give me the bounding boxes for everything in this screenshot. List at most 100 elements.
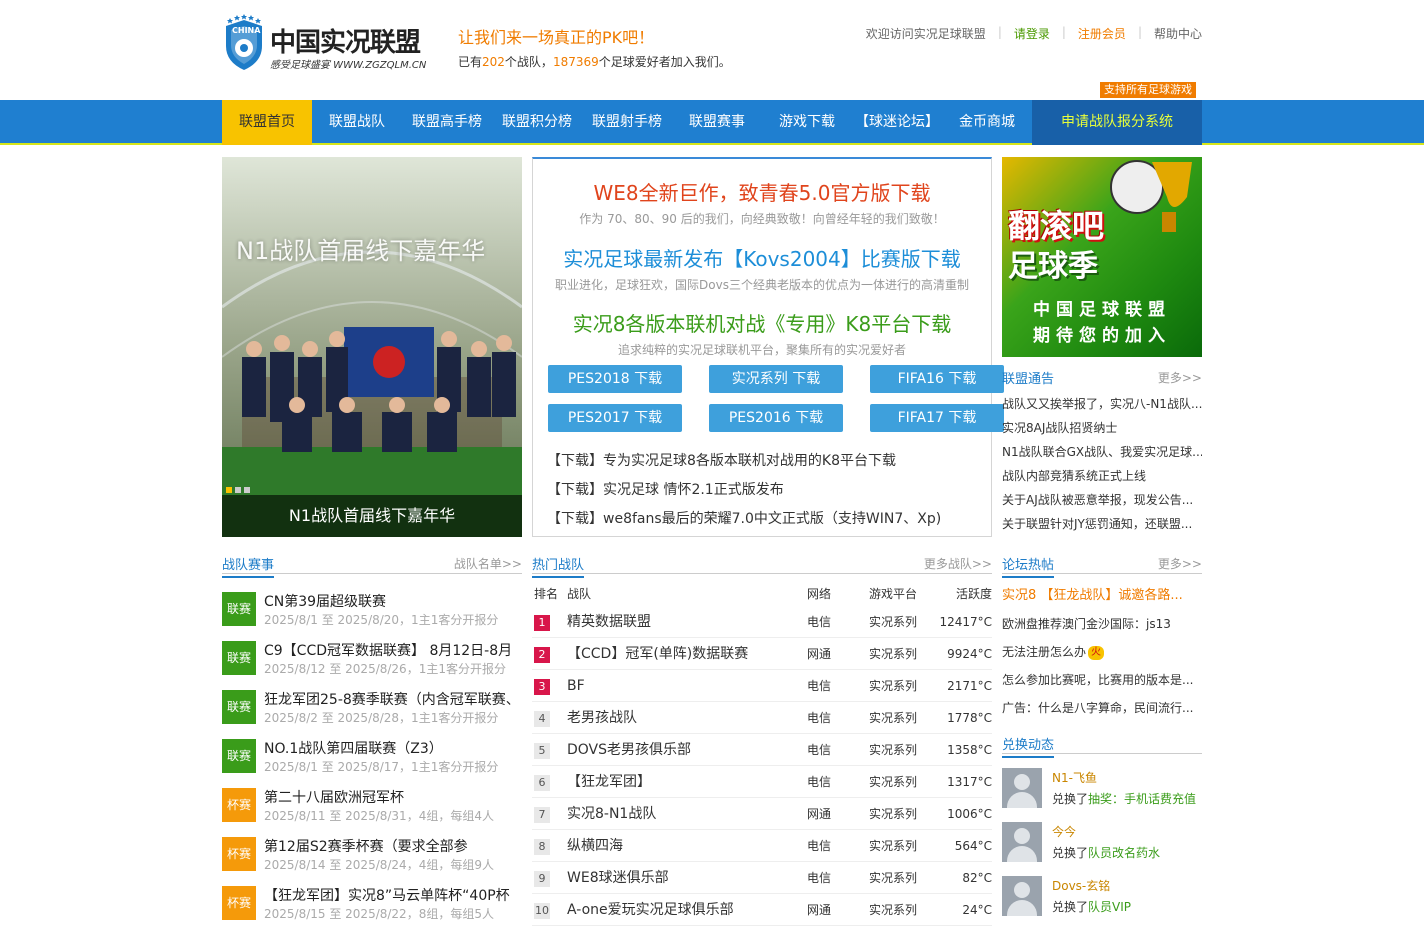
nav-item[interactable]: 联盟赛事: [672, 100, 762, 145]
forum-post[interactable]: 广告：什么是八字算命，民间流行...: [1002, 694, 1202, 722]
notice-item[interactable]: 实况8AJ战队招贤纳士: [1002, 416, 1202, 440]
nav-item[interactable]: 联盟积分榜: [492, 100, 582, 145]
teams-more-link[interactable]: 更多战队>>: [924, 555, 992, 572]
nav-item[interactable]: 联盟射手榜: [582, 100, 672, 145]
slide-dot-2[interactable]: [235, 487, 241, 493]
event-item[interactable]: 杯赛 【狂龙军团】实况8”马云单阵杯“40P杯 2025/8/15 至 2025/8…: [222, 884, 522, 933]
event-title[interactable]: NO.1战队第四届联赛（Z3）: [264, 738, 522, 758]
notice-item[interactable]: 战队内部竞猜系统正式上线: [1002, 464, 1202, 488]
notice-item[interactable]: 关于联盟针对JY惩罚通知，还联盟...: [1002, 512, 1202, 536]
notice-item[interactable]: 关于AJ战队被恶意举报，现发公告...: [1002, 488, 1202, 512]
download-link[interactable]: 【下载】专为实况足球8各版本联机对战用的K8平台下载: [547, 447, 941, 476]
table-row[interactable]: 2 【CCD】冠军(单阵)数据联赛 网通 实况系列 9924°C: [532, 638, 992, 670]
team-name[interactable]: A-one爱玩实况足球俱乐部: [567, 894, 734, 926]
exchange-item-name[interactable]: 队员改名药水: [1088, 846, 1160, 860]
forum-post-title[interactable]: 实况8 【狂龙战队】诚邀各路...: [1002, 588, 1183, 603]
nav-item[interactable]: 游戏下载: [762, 100, 852, 145]
download-link[interactable]: 【下载】we8fans最后的荣耀7.0中文正式版（支持WIN7、Xp): [547, 505, 941, 534]
table-row[interactable]: 6 【狂龙军团】 电信 实况系列 1317°C: [532, 766, 992, 798]
download-button-pes2017[interactable]: PES2017 下载: [548, 404, 682, 432]
table-row[interactable]: 9 WE8球迷俱乐部 电信 实况系列 82°C: [532, 862, 992, 894]
notice-more-link[interactable]: 更多>>: [1158, 369, 1202, 386]
feature-3[interactable]: 实况8各版本联机对战《专用》K8平台下载 追求纯粹的实况足球联机平台，聚集所有的…: [533, 308, 991, 358]
exchange-item-name[interactable]: 抽奖：手机话费充值: [1088, 792, 1196, 806]
forum-post-title[interactable]: 无法注册怎么办: [1002, 645, 1086, 659]
team-name[interactable]: 纵横四海: [567, 830, 623, 862]
register-link[interactable]: 注册会员: [1066, 25, 1138, 42]
event-item[interactable]: 杯赛 第12届S2赛季杯赛（要求全部参 2025/8/14 至 2025/8/24，…: [222, 835, 522, 884]
forum-post[interactable]: 无法注册怎么办火: [1002, 638, 1202, 666]
nav-item[interactable]: 金币商城: [942, 100, 1032, 145]
avatar[interactable]: [1002, 768, 1042, 808]
event-item[interactable]: 杯赛 第二十八届欧洲冠军杯 2025/8/11 至 2025/8/31，4组，每组4…: [222, 786, 522, 835]
table-row[interactable]: 10 A-one爱玩实况足球俱乐部 网通 实况系列 24°C: [532, 894, 992, 926]
team-name[interactable]: DOVS老男孩俱乐部: [567, 734, 691, 766]
download-button-pes2018[interactable]: PES2018 下载: [548, 365, 682, 393]
team-name[interactable]: WE8球迷俱乐部: [567, 862, 669, 894]
notice-item[interactable]: N1战队联合GX战队、我爱实况足球...: [1002, 440, 1202, 464]
forum-title[interactable]: 论坛热帖: [1002, 554, 1055, 578]
notice-title[interactable]: 联盟通告: [1002, 368, 1054, 390]
event-title[interactable]: 第二十八届欧洲冠军杯: [264, 787, 522, 807]
feature-title[interactable]: 实况足球最新发布【Kovs2004】比赛版下载: [533, 243, 991, 272]
table-row[interactable]: 3 BF 电信 实况系列 2171°C: [532, 670, 992, 702]
forum-post[interactable]: 实况8 【狂龙战队】诚邀各路...: [1002, 582, 1202, 610]
forum-more-link[interactable]: 更多>>: [1158, 555, 1202, 572]
table-row[interactable]: 8 纵横四海 电信 实况系列 564°C: [532, 830, 992, 862]
feature-1[interactable]: WE8全新巨作，致青春5.0官方版下载 作为 70、80、90 后的我们，向经典…: [533, 177, 991, 227]
event-item[interactable]: 联赛 C9【CCD冠军数据联赛】 8月12日-8月 2025/8/12 至 2025…: [222, 639, 522, 688]
login-link[interactable]: 请登录: [1002, 25, 1062, 42]
site-logo[interactable]: CHINA 中国实况联盟 感受足球盛宴 WWW.ZGZQLM.CN: [222, 12, 432, 74]
team-name[interactable]: 精英数据联盟: [567, 606, 651, 638]
download-button-series[interactable]: 实况系列 下载: [709, 365, 843, 393]
event-title[interactable]: 【狂龙军团】实况8”马云单阵杯“40P杯: [264, 885, 522, 905]
photo-slider[interactable]: N1战队首届线下嘉年华 N1战队首届线下嘉年华: [222, 157, 522, 537]
event-item[interactable]: 联赛 CN第39届超级联赛 2025/8/1 至 2025/8/20，1主1客分开报…: [222, 590, 522, 639]
forum-post[interactable]: 欧洲盘推荐澳门金沙国际：js13: [1002, 610, 1202, 638]
nav-item[interactable]: 联盟首页: [222, 100, 312, 145]
table-row[interactable]: 4 老男孩战队 电信 实况系列 1778°C: [532, 702, 992, 734]
feature-title[interactable]: WE8全新巨作，致青春5.0官方版下载: [533, 177, 991, 206]
download-button-fifa17[interactable]: FIFA17 下载: [870, 404, 1004, 432]
avatar[interactable]: [1002, 876, 1042, 916]
exchange-user[interactable]: 今今: [1052, 823, 1076, 840]
exchange-title[interactable]: 兑换动态: [1002, 734, 1055, 758]
nav-item[interactable]: 申请战队报分系统: [1032, 100, 1202, 145]
forum-post[interactable]: 怎么参加比赛呢，比赛用的版本是...: [1002, 666, 1202, 694]
event-title[interactable]: 狂龙军团25-8赛季联赛（内含冠军联赛、: [264, 689, 522, 709]
slide-caption[interactable]: N1战队首届线下嘉年华: [222, 495, 522, 537]
event-title[interactable]: C9【CCD冠军数据联赛】 8月12日-8月: [264, 640, 522, 660]
download-link[interactable]: 【下载】实况足球 情怀2.1正式版发布: [547, 476, 941, 505]
event-title[interactable]: 第12届S2赛季杯赛（要求全部参: [264, 836, 522, 856]
events-more-link[interactable]: 战队名单>>: [454, 555, 522, 572]
team-name[interactable]: 【CCD】冠军(单阵)数据联赛: [567, 638, 748, 670]
nav-item[interactable]: 【球迷论坛】: [852, 100, 942, 145]
table-row[interactable]: 1 精英数据联盟 电信 实况系列 12417°C: [532, 606, 992, 638]
team-name[interactable]: BF: [567, 670, 585, 702]
promo-banner[interactable]: 翻滚吧 足球季 中国足球联盟 期待您的加入: [1002, 157, 1202, 357]
event-item[interactable]: 联赛 NO.1战队第四届联赛（Z3） 2025/8/1 至 2025/8/17，1主…: [222, 737, 522, 786]
download-button-fifa16[interactable]: FIFA16 下载: [870, 365, 1004, 393]
event-item[interactable]: 联赛 狂龙军团25-8赛季联赛（内含冠军联赛、 2025/8/2 至 2025/8/…: [222, 688, 522, 737]
exchange-user[interactable]: Dovs-玄铭: [1052, 877, 1110, 894]
slide-dot-1[interactable]: [226, 487, 232, 493]
slide-dot-3[interactable]: [244, 487, 250, 493]
team-name[interactable]: 实况8-N1战队: [567, 798, 656, 830]
forum-post-title[interactable]: 广告：什么是八字算命，民间流行...: [1002, 701, 1193, 715]
feature-title[interactable]: 实况8各版本联机对战《专用》K8平台下载: [533, 308, 991, 337]
event-title[interactable]: CN第39届超级联赛: [264, 591, 522, 611]
exchange-user[interactable]: N1-飞鱼: [1052, 769, 1097, 786]
feature-2[interactable]: 实况足球最新发布【Kovs2004】比赛版下载 职业进化，足球狂欢，国际Dovs…: [533, 243, 991, 293]
nav-item[interactable]: 联盟战队: [312, 100, 402, 145]
exchange-item-name[interactable]: 队员VIP: [1088, 900, 1131, 914]
team-name[interactable]: 老男孩战队: [567, 702, 637, 734]
nav-item[interactable]: 联盟高手榜: [402, 100, 492, 145]
avatar[interactable]: [1002, 822, 1042, 862]
table-row[interactable]: 7 实况8-N1战队 网通 实况系列 1006°C: [532, 798, 992, 830]
forum-post-title[interactable]: 怎么参加比赛呢，比赛用的版本是...: [1002, 673, 1193, 687]
table-row[interactable]: 5 DOVS老男孩俱乐部 电信 实况系列 1358°C: [532, 734, 992, 766]
events-title[interactable]: 战队赛事: [222, 554, 275, 578]
notice-item[interactable]: 战队又又挨举报了，实况八-N1战队...: [1002, 392, 1202, 416]
teams-title[interactable]: 热门战队: [532, 554, 585, 578]
team-name[interactable]: 【狂龙军团】: [567, 766, 651, 798]
